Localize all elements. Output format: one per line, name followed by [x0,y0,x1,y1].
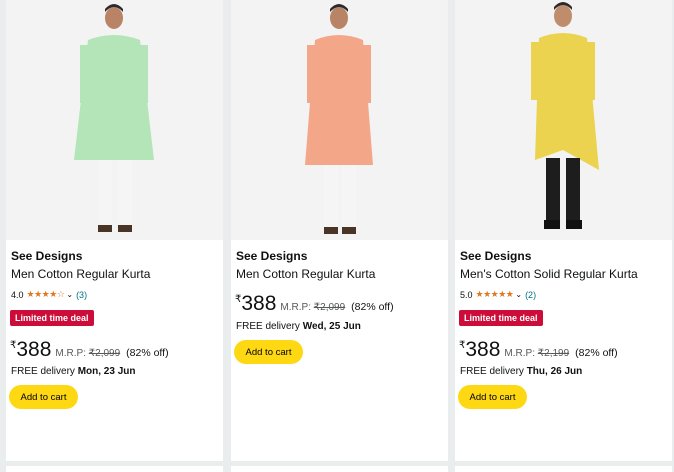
mrp-value: ₹2,099 [88,348,121,359]
product-brand: See Designs [460,249,532,263]
delivery-date: Mon, 23 Jun [77,366,136,377]
add-to-cart-button[interactable]: Add to cart [458,385,527,409]
price-row: ₹ 388 M.R.P: ₹2,099 (82% off) [10,338,169,362]
rating-value: 4.0 [11,289,24,300]
price-row: ₹ 388 M.R.P: ₹2,199 (82% off) [459,338,618,362]
next-product-card [455,466,672,472]
product-card[interactable]: See Designs Men's Cotton Solid Regular K… [455,0,672,461]
review-count-link[interactable]: (2) [525,290,536,300]
rating-value: 5.0 [460,289,473,300]
product-title[interactable]: Men's Cotton Solid Regular Kurta [460,267,638,281]
product-image[interactable] [455,0,672,240]
price-row: ₹ 388 M.R.P: ₹2,099 (82% off) [235,292,394,316]
delivery-date: Wed, 25 Jun [302,321,361,332]
add-to-cart-button[interactable]: Add to cart [9,385,78,409]
star-rating-icon: ★★★★☆ [26,289,65,299]
price: 388 [465,338,501,361]
mrp-value: ₹2,199 [537,348,570,359]
mrp-label: M.R.P: [504,348,535,359]
mrp-value: ₹2,099 [313,302,346,313]
discount: (82% off) [126,347,169,359]
product-brand: See Designs [236,249,308,263]
currency-symbol: ₹ [459,340,466,351]
delivery-prefix: FREE delivery [236,321,303,332]
product-card[interactable]: See Designs Men Cotton Regular Kurta 4.0… [6,0,223,461]
product-brand: See Designs [11,249,83,263]
currency-symbol: ₹ [10,340,17,351]
delivery-info: FREE delivery Mon, 23 Jun [11,366,135,377]
delivery-info: FREE delivery Thu, 26 Jun [460,366,582,377]
price: 388 [16,338,52,361]
chevron-down-icon[interactable]: ⌄ [66,290,73,299]
next-product-card [231,466,448,472]
product-rating[interactable]: 5.0 ★★★★★ ⌄ (2) [460,289,536,300]
deal-badge: Limited time deal [459,310,543,326]
delivery-date: Thu, 26 Jun [526,366,583,377]
delivery-prefix: FREE delivery [460,366,527,377]
review-count-link[interactable]: (3) [76,290,87,300]
currency-symbol: ₹ [235,294,242,305]
delivery-prefix: FREE delivery [11,366,78,377]
mrp-label: M.R.P: [280,302,311,313]
discount: (82% off) [575,347,618,359]
product-title[interactable]: Men Cotton Regular Kurta [236,267,375,281]
chevron-down-icon[interactable]: ⌄ [515,290,522,299]
mrp-label: M.R.P: [55,348,86,359]
product-title[interactable]: Men Cotton Regular Kurta [11,267,150,281]
add-to-cart-button[interactable]: Add to cart [234,340,303,364]
delivery-info: FREE delivery Wed, 25 Jun [236,321,361,332]
product-rating[interactable]: 4.0 ★★★★☆ ⌄ (3) [11,289,87,300]
deal-badge: Limited time deal [10,310,94,326]
star-rating-icon: ★★★★★ [475,289,514,299]
product-card[interactable]: See Designs Men Cotton Regular Kurta ₹ 3… [231,0,448,461]
discount: (82% off) [351,301,394,313]
product-image[interactable] [6,0,223,240]
product-image[interactable] [231,0,448,240]
next-product-card [6,466,223,472]
price: 388 [241,292,277,315]
